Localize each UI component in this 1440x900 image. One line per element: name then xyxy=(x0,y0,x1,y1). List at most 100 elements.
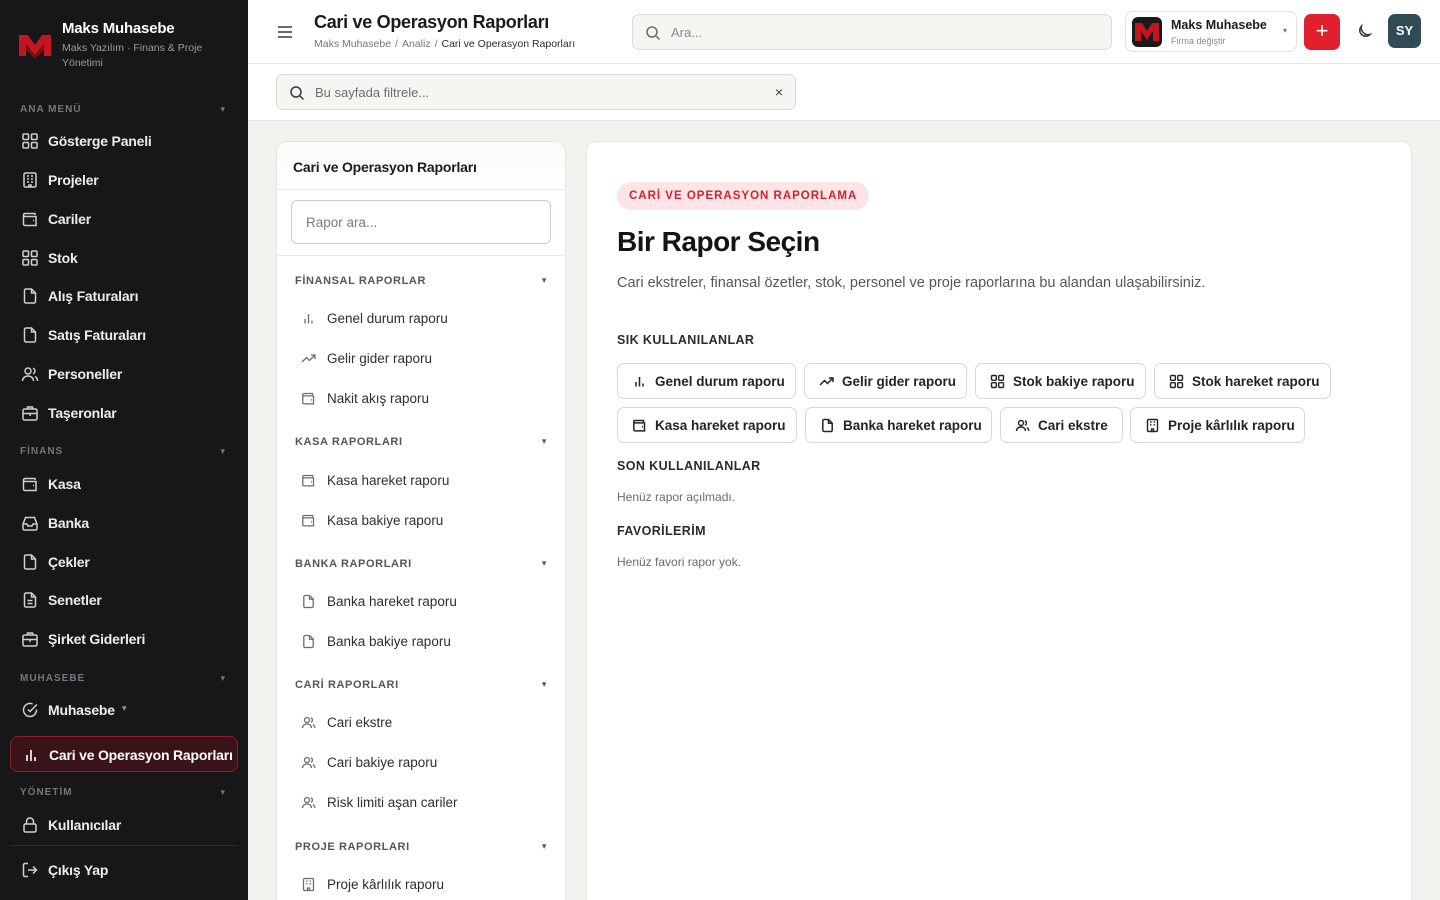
report-item-label: Cari ekstre xyxy=(327,715,393,730)
company-switcher[interactable]: Maks Muhasebe Firma değiştir ▾ xyxy=(1125,11,1297,52)
sidebar-item-senetler[interactable]: Senetler xyxy=(10,582,238,618)
group-bank-reports[interactable]: BANKA RAPORLARI ▾ xyxy=(295,558,549,574)
logout-button[interactable]: Çıkış Yap xyxy=(10,852,238,888)
report-item[interactable]: Cari ekstre xyxy=(295,712,549,738)
sidebar-item-reports[interactable]: Cari ve Operasyon Raporları xyxy=(10,736,238,772)
trend-icon xyxy=(819,374,834,389)
chevron-down-icon: ▾ xyxy=(220,446,226,456)
sidebar-item-personnel[interactable]: Personeller xyxy=(10,356,238,392)
sidebar-item-label: Şirket Giderleri xyxy=(48,631,146,647)
sidebar-item-dashboard[interactable]: Gösterge Paneli xyxy=(10,123,238,159)
topbar: Cari ve Operasyon Raporları Maks Muhaseb… xyxy=(248,0,1440,64)
sidebar-item-muhasebe[interactable]: Muhasebe ▾ xyxy=(10,692,238,728)
section-muhasebe[interactable]: MUHASEBE ▾ xyxy=(20,673,228,689)
breadcrumb-item[interactable]: Analiz xyxy=(402,38,431,50)
report-list-panel: Cari ve Operasyon Raporları Rapor ara...… xyxy=(276,141,566,900)
section-finans[interactable]: FİNANS ▾ xyxy=(20,446,228,462)
brand[interactable]: Maks Muhasebe Maks Yazılım · Finans & Pr… xyxy=(16,18,236,74)
sidebar-item-subcontractors[interactable]: Taşeronlar xyxy=(10,395,238,431)
chevron-down-icon: ▾ xyxy=(220,787,226,797)
sidebar-item-label: Alış Faturaları xyxy=(48,288,139,304)
breadcrumb-current: Cari ve Operasyon Raporları xyxy=(441,38,576,50)
sidebar-item-stok[interactable]: Stok xyxy=(10,240,238,276)
sidebar-item-banka[interactable]: Banka xyxy=(10,505,238,541)
report-panel-title: Cari ve Operasyon Raporları xyxy=(293,159,477,175)
quick-report-button[interactable]: Stok hareket raporu xyxy=(1154,363,1331,399)
quick-report-label: Genel durum raporu xyxy=(655,374,785,389)
report-item[interactable]: Risk limiti aşan cariler xyxy=(295,792,549,818)
wallet-icon xyxy=(301,391,316,406)
grid-icon xyxy=(21,249,39,267)
section-yonetim[interactable]: YÖNETİM ▾ xyxy=(20,787,228,803)
quick-report-button[interactable]: Kasa hareket raporu xyxy=(617,407,797,443)
lock-icon xyxy=(21,816,39,834)
sidebar-item-label: Cariler xyxy=(48,211,91,227)
report-item[interactable]: Kasa bakiye raporu xyxy=(295,510,549,536)
report-item[interactable]: Kasa hareket raporu xyxy=(295,470,549,496)
report-item-label: Proje kârlılık raporu xyxy=(327,877,445,892)
report-item-label: Banka hareket raporu xyxy=(327,594,457,609)
breadcrumb-item[interactable]: Maks Muhasebe xyxy=(314,38,391,50)
sidebar-item-users[interactable]: Kullanıcılar xyxy=(10,807,238,843)
report-item-label: Kasa hareket raporu xyxy=(327,473,450,488)
report-search-area: Rapor ara... xyxy=(277,190,565,256)
report-item[interactable]: Gelir gider raporu xyxy=(295,348,549,374)
quick-report-button[interactable]: Proje kârlılık raporu xyxy=(1130,407,1305,443)
sidebar-item-label: Muhasebe xyxy=(48,702,115,718)
clear-filter-icon[interactable]: × xyxy=(775,84,783,100)
sidebar-item-purchase-invoices[interactable]: Alış Faturaları xyxy=(10,278,238,314)
section-label: ANA MENÜ xyxy=(20,104,82,115)
quick-report-button[interactable]: Banka hareket raporu xyxy=(805,407,992,443)
search-icon xyxy=(645,25,661,41)
company-switch-hint: Firma değiştir xyxy=(1171,36,1226,46)
report-item[interactable]: Banka hareket raporu xyxy=(295,591,549,617)
page-title: Cari ve Operasyon Raporları xyxy=(314,12,549,32)
report-item-label: Banka bakiye raporu xyxy=(327,634,451,649)
add-button[interactable]: + xyxy=(1304,14,1340,50)
report-item[interactable]: Genel durum raporu xyxy=(295,308,549,334)
group-account-reports[interactable]: CARİ RAPORLARI ▾ xyxy=(295,679,549,695)
sidebar-item-cariler[interactable]: Cariler xyxy=(10,201,238,237)
report-search-input[interactable]: Rapor ara... xyxy=(291,200,551,244)
building-icon xyxy=(1145,418,1160,433)
sidebar-divider xyxy=(10,845,238,846)
quick-report-button[interactable]: Gelir gider raporu xyxy=(804,363,967,399)
quick-report-button[interactable]: Stok bakiye raporu xyxy=(975,363,1146,399)
section-badge: CARİ VE OPERASYON RAPORLAMA xyxy=(617,182,870,210)
wallet-icon xyxy=(301,473,316,488)
users-icon xyxy=(301,755,316,770)
brand-logo xyxy=(16,26,54,64)
group-project-reports[interactable]: PROJE RAPORLARI ▾ xyxy=(295,841,549,857)
section-label: MUHASEBE xyxy=(20,673,86,684)
sidebar-item-projects[interactable]: Projeler xyxy=(10,162,238,198)
report-item[interactable]: Proje kârlılık raporu xyxy=(295,874,549,900)
avatar[interactable]: SY xyxy=(1388,14,1421,48)
sidebar-item-sales-invoices[interactable]: Satış Faturaları xyxy=(10,317,238,353)
report-item[interactable]: Cari bakiye raporu xyxy=(295,752,549,778)
report-item[interactable]: Nakit akış raporu xyxy=(295,388,549,414)
sidebar-item-label: Projeler xyxy=(48,172,99,188)
group-financial-reports[interactable]: FİNANSAL RAPORLAR ▾ xyxy=(295,275,549,291)
wallet-icon xyxy=(21,210,39,228)
quick-report-button[interactable]: Genel durum raporu xyxy=(617,363,796,399)
group-cash-reports[interactable]: KASA RAPORLARI ▾ xyxy=(295,436,549,452)
quick-report-button[interactable]: Cari ekstre xyxy=(1000,407,1123,443)
page-filter-input[interactable]: Bu sayfada filtrele... × xyxy=(276,74,796,110)
grid-icon xyxy=(990,374,1005,389)
chevron-down-icon: ▾ xyxy=(122,703,127,713)
wallet-icon xyxy=(21,475,39,493)
report-item[interactable]: Banka bakiye raporu xyxy=(295,631,549,657)
sidebar-item-cekler[interactable]: Çekler xyxy=(10,544,238,580)
chevron-down-icon: ▾ xyxy=(541,436,547,446)
bar-chart-icon xyxy=(301,311,316,326)
menu-toggle-button[interactable] xyxy=(274,21,296,43)
theme-toggle-button[interactable] xyxy=(1353,21,1375,43)
sidebar-item-label: Çıkış Yap xyxy=(48,862,109,878)
sidebar-item-kasa[interactable]: Kasa xyxy=(10,466,238,502)
breadcrumb-separator: / xyxy=(395,38,398,50)
section-label: YÖNETİM xyxy=(20,787,73,798)
global-search-input[interactable]: Ara... xyxy=(632,14,1112,50)
sidebar-item-label: Personeller xyxy=(48,366,123,382)
sidebar-item-company-expenses[interactable]: Şirket Giderleri xyxy=(10,621,238,657)
section-ana-menu[interactable]: ANA MENÜ ▾ xyxy=(20,104,228,120)
